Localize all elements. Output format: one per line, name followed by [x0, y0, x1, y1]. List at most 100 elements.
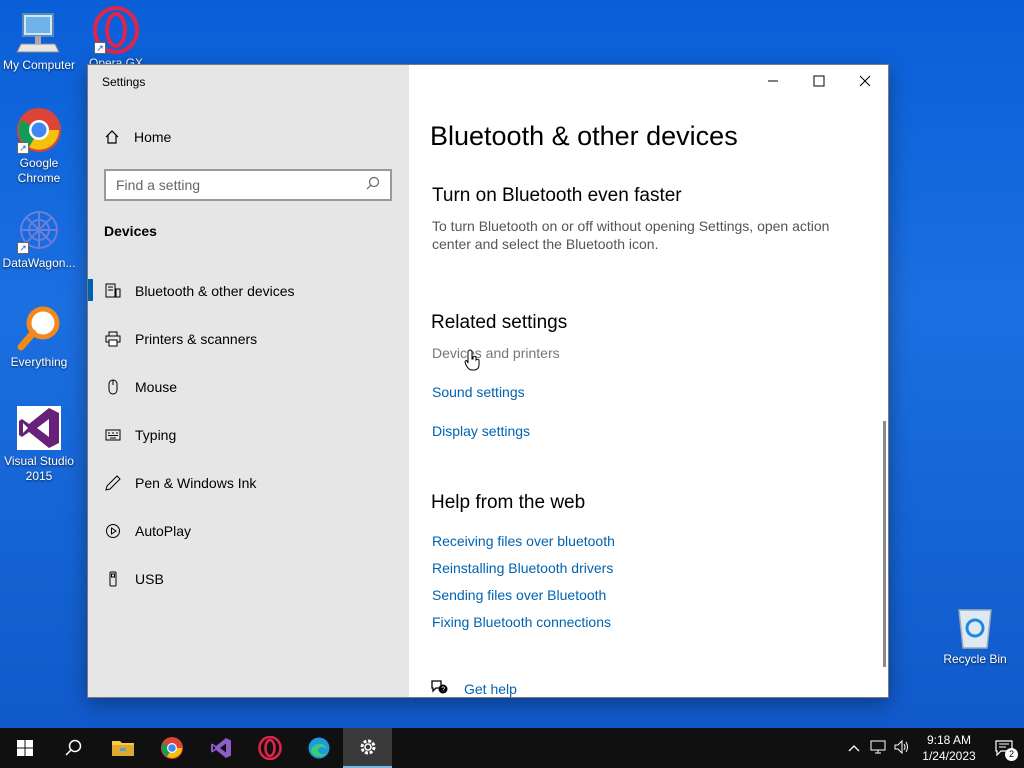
chrome-icon: ↗	[15, 106, 63, 154]
clock-date: 1/24/2023	[922, 749, 976, 763]
sidebar-item-label: Typing	[135, 427, 177, 443]
shortcut-arrow-icon: ↗	[94, 42, 106, 54]
sidebar-item-label: Mouse	[135, 379, 178, 395]
devices-and-printers-link[interactable]: Devices and printers	[432, 345, 560, 361]
visual-studio-taskbar-button[interactable]	[196, 728, 245, 768]
faster-description: To turn Bluetooth on or off without open…	[432, 218, 830, 252]
usb-icon	[105, 571, 121, 587]
desktop-icon-label: Google Chrome	[17, 156, 61, 185]
opera-gx-icon	[257, 736, 282, 760]
taskbar: 9:18 AM 1/24/2023 2	[0, 728, 1024, 768]
sidebar-item-autoplay[interactable]: AutoPlay	[88, 507, 409, 555]
sidebar-item-usb[interactable]: USB	[88, 555, 409, 603]
network-icon[interactable]	[866, 740, 890, 757]
get-help-link[interactable]: ? Get help	[430, 679, 517, 697]
desktop-icon-everything[interactable]: Everything	[1, 305, 77, 370]
sidebar-item-mouse[interactable]: Mouse	[88, 363, 409, 411]
desktop-icon-recycle-bin[interactable]: Recycle Bin	[937, 602, 1013, 667]
sidebar-item-pen[interactable]: Pen & Windows Ink	[88, 459, 409, 507]
bluetooth-devices-icon	[105, 283, 121, 299]
desktop-icon-label: Opera GX	[88, 56, 144, 64]
desktop-icon-opera-gx[interactable]: ↗ Opera GX	[78, 6, 154, 64]
help-link[interactable]: Receiving files over bluetooth	[432, 533, 615, 549]
visual-studio-icon	[15, 404, 63, 452]
chrome-icon	[160, 737, 183, 759]
hand-cursor-icon	[464, 349, 482, 376]
search-input[interactable]	[116, 177, 356, 193]
windows-logo-icon	[16, 740, 33, 756]
chrome-taskbar-button[interactable]	[147, 728, 196, 768]
sidebar-item-bluetooth[interactable]: Bluetooth & other devices	[88, 267, 409, 315]
desktop-icon-google-chrome[interactable]: ↗ Google Chrome	[1, 106, 77, 186]
page-title: Bluetooth & other devices	[430, 121, 738, 151]
start-button[interactable]	[0, 728, 49, 768]
svg-text:?: ?	[441, 687, 445, 694]
clock[interactable]: 9:18 AM 1/24/2023	[914, 732, 984, 764]
notification-count-badge: 2	[1005, 748, 1018, 761]
file-explorer-taskbar-button[interactable]	[98, 728, 147, 768]
computer-icon	[15, 8, 63, 56]
opera-gx-taskbar-button[interactable]	[245, 728, 294, 768]
home-icon	[104, 129, 120, 145]
recycle-bin-icon	[951, 602, 999, 650]
get-help-label: Get help	[464, 680, 517, 697]
edge-icon	[308, 737, 329, 759]
desktop-icon-visual-studio[interactable]: Visual Studio 2015	[1, 404, 77, 484]
desktop-icon-label: My Computer	[2, 58, 76, 72]
sidebar: Settings Home Devices Bluetooth & other …	[88, 65, 409, 697]
sidebar-item-label: Pen & Windows Ink	[135, 475, 257, 491]
clock-time: 9:18 AM	[926, 733, 972, 747]
sidebar-nav: Bluetooth & other devices Printers & sca…	[88, 267, 409, 603]
sidebar-item-label: Bluetooth & other devices	[135, 283, 295, 299]
system-tray: 9:18 AM 1/24/2023 2	[842, 728, 1024, 768]
settings-window: Settings Home Devices Bluetooth & other …	[87, 64, 889, 698]
sidebar-item-label: USB	[135, 571, 164, 587]
everything-search-icon	[15, 305, 63, 353]
sound-settings-link[interactable]: Sound settings	[432, 384, 525, 400]
autoplay-icon	[105, 523, 121, 539]
sidebar-item-typing[interactable]: Typing	[88, 411, 409, 459]
printer-icon	[105, 331, 121, 347]
gear-icon	[360, 739, 375, 755]
sidebar-item-printers[interactable]: Printers & scanners	[88, 315, 409, 363]
help-link[interactable]: Sending files over Bluetooth	[432, 587, 606, 603]
help-link[interactable]: Fixing Bluetooth connections	[432, 614, 611, 630]
opera-gx-icon: ↗	[92, 6, 140, 54]
shortcut-arrow-icon: ↗	[17, 242, 29, 254]
main-content: Bluetooth & other devices Turn on Blueto…	[409, 65, 888, 697]
shortcut-arrow-icon: ↗	[17, 142, 29, 154]
window-title: Settings	[102, 75, 146, 89]
mouse-icon	[105, 379, 121, 395]
home-nav-item[interactable]: Home	[104, 129, 171, 145]
desktop-icon-label: DataWagon...	[2, 256, 76, 270]
chat-help-icon: ?	[430, 679, 448, 697]
notifications-button[interactable]: 2	[984, 740, 1024, 761]
section-label: Devices	[104, 223, 157, 239]
scrollbar[interactable]	[883, 421, 886, 667]
visual-studio-icon	[210, 738, 231, 758]
sidebar-item-label: Printers & scanners	[135, 331, 258, 347]
folder-icon	[111, 741, 134, 756]
help-heading: Help from the web	[431, 492, 586, 513]
desktop-icon-datawagon[interactable]: ↗ DataWagon...	[1, 206, 77, 271]
sidebar-item-label: AutoPlay	[135, 523, 192, 539]
datawagon-icon: ↗	[15, 206, 63, 254]
keyboard-icon	[105, 427, 121, 443]
search-icon[interactable]	[366, 176, 380, 195]
desktop-icon-label: Everything	[10, 355, 68, 369]
display-settings-link[interactable]: Display settings	[432, 423, 530, 439]
desktop-icon-my-computer[interactable]: My Computer	[1, 8, 77, 73]
desktop-icon-label: Visual Studio 2015	[4, 454, 74, 483]
chevron-up-icon[interactable]	[842, 741, 866, 755]
related-settings-heading: Related settings	[431, 312, 568, 333]
search-icon	[64, 739, 81, 756]
search-taskbar-button[interactable]	[49, 728, 98, 768]
home-label: Home	[134, 129, 172, 145]
search-box[interactable]	[104, 169, 392, 201]
volume-icon[interactable]	[890, 739, 914, 757]
pen-icon	[105, 475, 121, 491]
settings-taskbar-button[interactable]	[343, 728, 392, 768]
help-link[interactable]: Reinstalling Bluetooth drivers	[432, 560, 613, 576]
desktop-icon-label: Recycle Bin	[943, 652, 1007, 666]
edge-taskbar-button[interactable]	[294, 728, 343, 768]
